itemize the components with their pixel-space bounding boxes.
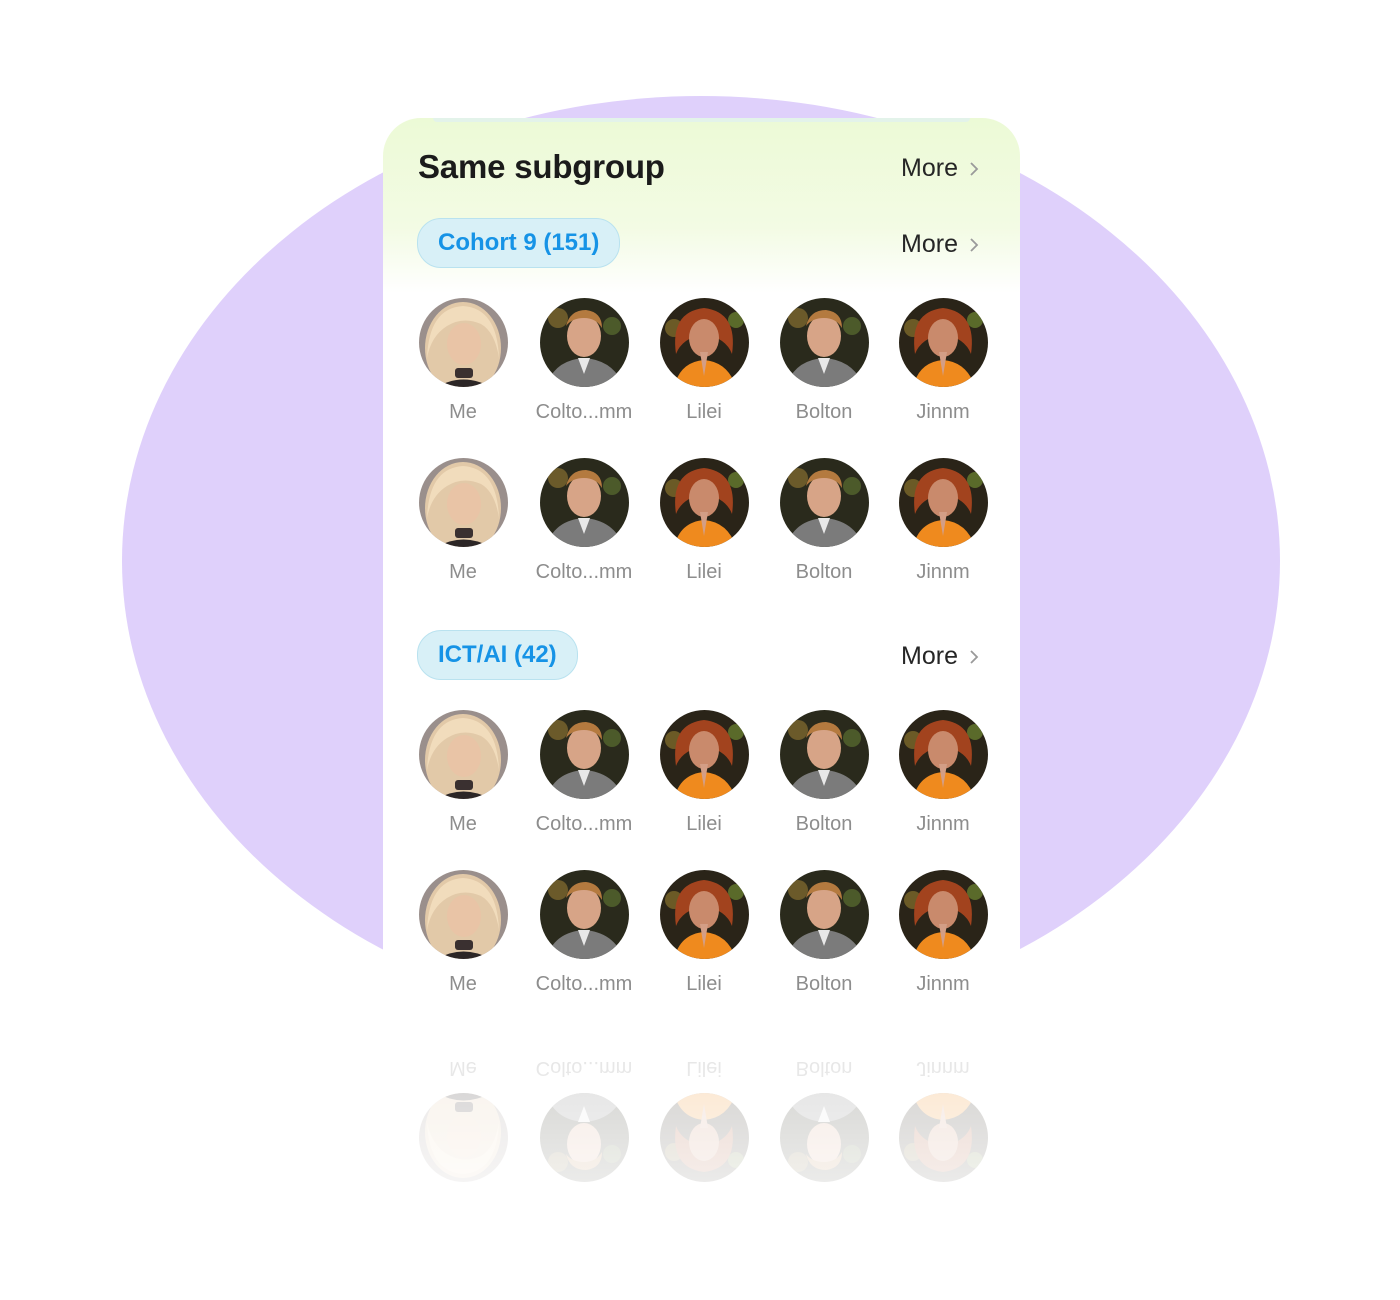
member-item[interactable]: Colto...mm (524, 298, 644, 433)
card-reflection: Me Colto...mm Lilei Bolton Jinnm (383, 1028, 1020, 1300)
member-item[interactable]: Me (403, 710, 523, 845)
group-header-cohort: Cohort 9 (151) More (383, 218, 1020, 270)
member-item[interactable]: Me (403, 298, 523, 433)
avatar[interactable] (660, 298, 749, 387)
reflection-content: Me Colto...mm Lilei Bolton Jinnm (383, 1028, 1020, 1300)
card-top-edge (433, 118, 970, 122)
member-row: Me Colto...mm Lilei Bolton Jinnm (383, 710, 1020, 845)
avatar[interactable] (899, 458, 988, 547)
member-item[interactable]: Lilei (644, 870, 764, 1005)
avatar[interactable] (780, 870, 869, 959)
member-name: Colto...mm (535, 973, 633, 995)
group-more-link[interactable]: More (901, 642, 982, 671)
member-name: Lilei (686, 401, 722, 423)
chevron-right-icon (970, 237, 979, 252)
member-item[interactable]: Me (403, 1047, 523, 1182)
member-item[interactable]: Bolton (764, 870, 884, 1005)
member-name: Jinnm (916, 813, 970, 835)
member-name: Jinnm (916, 561, 970, 583)
more-label: More (901, 230, 958, 258)
section-title: Same subgroup (418, 148, 665, 185)
avatar[interactable] (540, 298, 629, 387)
member-item[interactable]: Lilei (644, 1047, 764, 1182)
group-more-link[interactable]: More (901, 230, 982, 259)
member-item[interactable]: Me (403, 870, 523, 1005)
member-item[interactable]: Lilei (644, 710, 764, 845)
member-item[interactable]: Jinnm (883, 298, 1003, 433)
group-pill-cohort[interactable]: Cohort 9 (151) (417, 218, 621, 268)
avatar[interactable] (540, 710, 629, 799)
member-row: Me Colto...mm Lilei Bolton Jinnm (383, 298, 1020, 433)
avatar[interactable] (419, 1093, 508, 1182)
avatar[interactable] (540, 1093, 629, 1182)
avatar[interactable] (899, 1093, 988, 1182)
member-item[interactable]: Jinnm (883, 1047, 1003, 1182)
subgroup-card: Same subgroup More Cohort 9 (151) More M… (383, 118, 1020, 1028)
section-more-link[interactable]: More (901, 154, 982, 183)
more-label: More (901, 642, 958, 670)
member-name: Me (449, 1057, 477, 1079)
reflection-fade (383, 1028, 1020, 1300)
member-item[interactable]: Colto...mm (524, 1047, 644, 1182)
avatar[interactable] (419, 298, 508, 387)
avatar[interactable] (419, 870, 508, 959)
group-header-ict-ai: ICT/AI (42) More (383, 630, 1020, 682)
member-name: Colto...mm (535, 561, 633, 583)
member-name: Jinnm (916, 1057, 970, 1079)
member-item[interactable]: Bolton (764, 1047, 884, 1182)
member-item[interactable]: Bolton (764, 710, 884, 845)
member-item[interactable]: Jinnm (883, 458, 1003, 593)
member-item[interactable]: Jinnm (883, 870, 1003, 1005)
member-item[interactable]: Me (403, 458, 523, 593)
avatar[interactable] (419, 710, 508, 799)
member-name: Jinnm (916, 973, 970, 995)
avatar[interactable] (780, 298, 869, 387)
member-name: Me (449, 813, 477, 835)
member-name: Lilei (686, 813, 722, 835)
member-name: Bolton (795, 1057, 853, 1079)
avatar[interactable] (540, 870, 629, 959)
member-item[interactable]: Bolton (764, 458, 884, 593)
member-name: Me (449, 401, 477, 423)
member-name: Colto...mm (535, 401, 633, 423)
avatar[interactable] (899, 298, 988, 387)
more-label: More (901, 154, 958, 182)
avatar[interactable] (660, 870, 749, 959)
member-item[interactable]: Colto...mm (524, 458, 644, 593)
member-name: Lilei (686, 561, 722, 583)
avatar[interactable] (780, 458, 869, 547)
member-item[interactable]: Jinnm (883, 710, 1003, 845)
chevron-right-icon (970, 649, 979, 664)
avatar[interactable] (660, 458, 749, 547)
member-item[interactable]: Colto...mm (524, 870, 644, 1005)
avatar[interactable] (899, 870, 988, 959)
member-name: Jinnm (916, 401, 970, 423)
member-item[interactable]: Lilei (644, 458, 764, 593)
member-name: Lilei (686, 1057, 722, 1079)
avatar[interactable] (899, 710, 988, 799)
member-name: Me (449, 561, 477, 583)
member-name: Colto...mm (535, 1057, 633, 1079)
avatar[interactable] (419, 458, 508, 547)
avatar[interactable] (540, 458, 629, 547)
member-name: Lilei (686, 973, 722, 995)
group-pill-ict-ai[interactable]: ICT/AI (42) (417, 630, 578, 680)
member-name: Me (449, 973, 477, 995)
member-item[interactable]: Lilei (644, 298, 764, 433)
member-item[interactable]: Colto...mm (524, 710, 644, 845)
reflection-row: Me Colto...mm Lilei Bolton Jinnm (383, 1047, 1020, 1182)
chevron-right-icon (970, 161, 979, 176)
avatar[interactable] (660, 1093, 749, 1182)
avatar[interactable] (780, 1093, 869, 1182)
member-row: Me Colto...mm Lilei Bolton Jinnm (383, 870, 1020, 1005)
avatar[interactable] (660, 710, 749, 799)
section-header: Same subgroup More (418, 148, 982, 192)
member-row: Me Colto...mm Lilei Bolton Jinnm (383, 458, 1020, 593)
member-item[interactable]: Bolton (764, 298, 884, 433)
member-name: Colto...mm (535, 813, 633, 835)
avatar[interactable] (780, 710, 869, 799)
